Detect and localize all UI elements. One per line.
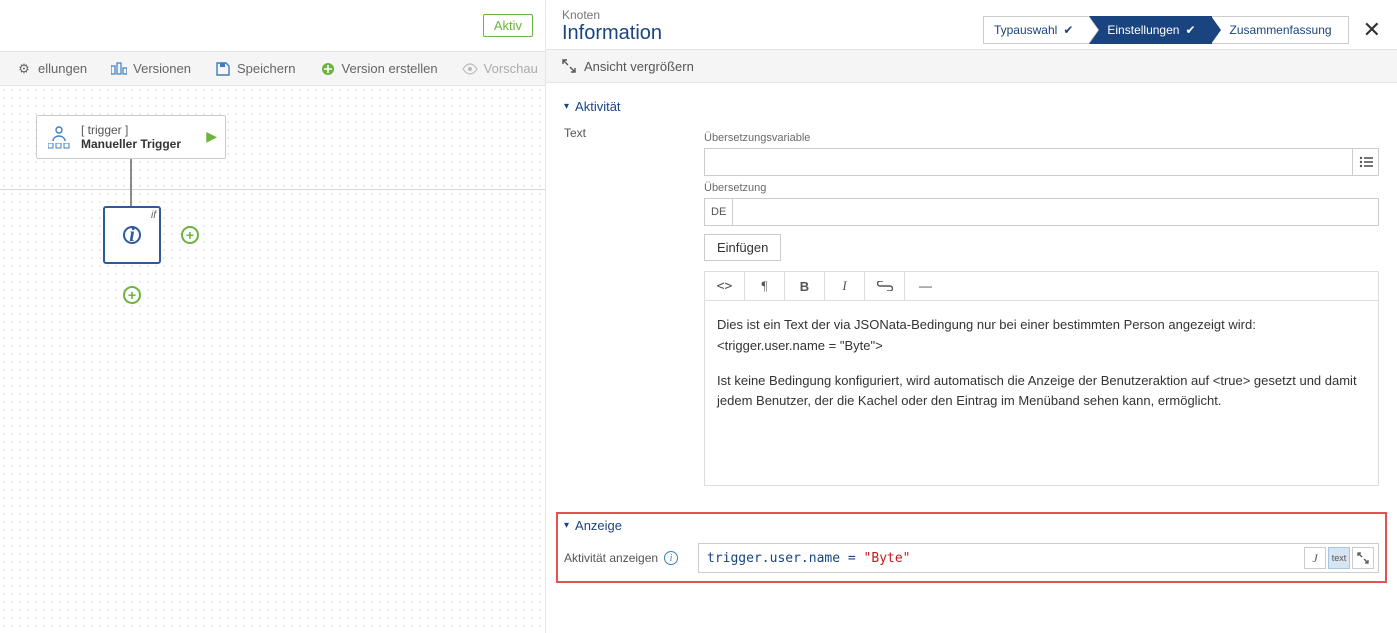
chevron-down-icon: ▾ bbox=[564, 101, 569, 112]
wizard-step-label: Einstellungen bbox=[1107, 23, 1179, 37]
versions-icon bbox=[111, 61, 127, 77]
trigger-tag: [ trigger ] bbox=[81, 123, 181, 137]
settings-icon: ⚙ bbox=[16, 61, 32, 77]
jsonata-condition-input[interactable]: trigger.user.name = "Byte" J text bbox=[698, 543, 1379, 573]
insert-button[interactable]: Einfügen bbox=[704, 234, 781, 261]
trigger-node[interactable]: [ trigger ] Manueller Trigger ▶ bbox=[36, 115, 226, 159]
tb-versions[interactable]: Versionen bbox=[99, 61, 203, 77]
information-node[interactable]: if i bbox=[103, 206, 161, 264]
expand-label: Ansicht vergrößern bbox=[584, 59, 694, 74]
expand-icon bbox=[562, 59, 576, 73]
workflow-canvas-panel: Aktiv ⚙ ellungen Versionen Speichern bbox=[0, 0, 545, 633]
check-icon: ✔ bbox=[1185, 23, 1195, 37]
workflow-canvas[interactable]: [ trigger ] Manueller Trigger ▶ if i + + bbox=[0, 86, 545, 633]
play-icon[interactable]: ▶ bbox=[206, 128, 217, 145]
tb-save-label: Speichern bbox=[237, 61, 296, 76]
richtext-toolbar: <> ¶ B I — bbox=[704, 271, 1379, 301]
add-node-right[interactable]: + bbox=[181, 226, 199, 244]
wizard-step-settings[interactable]: Einstellungen ✔ bbox=[1089, 16, 1211, 44]
trigger-title: Manueller Trigger bbox=[81, 137, 181, 151]
translation-variable-input[interactable] bbox=[704, 148, 1353, 176]
editor-line: Ist keine Bedingung konfiguriert, wird a… bbox=[717, 371, 1366, 413]
close-icon[interactable]: ✕ bbox=[1363, 17, 1381, 43]
wizard-step-label: Typauswahl bbox=[994, 23, 1057, 37]
section-display-header[interactable]: ▾ Anzeige bbox=[564, 518, 1379, 533]
tb-save[interactable]: Speichern bbox=[203, 61, 308, 77]
wizard-steps: Typauswahl ✔ Einstellungen ✔ Zusammenfas… bbox=[983, 16, 1381, 44]
node-connector bbox=[130, 159, 132, 206]
plus-circle-icon bbox=[320, 61, 336, 77]
code-mode-text-button[interactable]: text bbox=[1328, 547, 1350, 569]
rt-pilcrow-button[interactable]: ¶ bbox=[745, 272, 785, 300]
tb-settings-label: ellungen bbox=[38, 61, 87, 76]
chevron-down-icon: ▾ bbox=[564, 520, 569, 531]
tb-preview[interactable]: Vorschau bbox=[450, 61, 545, 77]
language-badge: DE bbox=[704, 198, 733, 226]
status-badge-active: Aktiv bbox=[483, 14, 533, 37]
info-tooltip-icon[interactable]: i bbox=[664, 551, 678, 565]
tb-preview-label: Vorschau bbox=[484, 61, 538, 76]
canvas-toolbar: ⚙ ellungen Versionen Speichern Version bbox=[0, 52, 545, 86]
canvas-divider bbox=[0, 189, 545, 190]
rt-hr-button[interactable]: — bbox=[905, 272, 945, 300]
wizard-step-label: Zusammenfassung bbox=[1230, 23, 1332, 37]
section-title-label: Anzeige bbox=[575, 518, 622, 533]
label-show-activity: Aktivität anzeigen i bbox=[564, 551, 698, 565]
tb-create-version-label: Version erstellen bbox=[342, 61, 438, 76]
editor-line: <trigger.user.name = "Byte"> bbox=[717, 336, 1366, 357]
user-trigger-icon bbox=[45, 125, 73, 149]
breadcrumb: Knoten bbox=[562, 8, 662, 22]
richtext-editor[interactable]: Dies ist ein Text der via JSONata-Beding… bbox=[704, 301, 1379, 486]
rt-bold-button[interactable]: B bbox=[785, 272, 825, 300]
eye-icon bbox=[462, 61, 478, 77]
editor-line: Dies ist ein Text der via JSONata-Beding… bbox=[717, 315, 1366, 336]
translation-input[interactable] bbox=[733, 198, 1379, 226]
wizard-step-summary[interactable]: Zusammenfassung bbox=[1212, 16, 1349, 44]
add-node-below[interactable]: + bbox=[123, 286, 141, 304]
label-translation: Übersetzung bbox=[704, 182, 1379, 194]
tb-settings[interactable]: ⚙ ellungen bbox=[4, 61, 99, 77]
panel-header: Knoten Information Typauswahl ✔ Einstell… bbox=[546, 0, 1397, 49]
rt-link-button[interactable] bbox=[865, 272, 905, 300]
save-icon bbox=[215, 61, 231, 77]
check-icon: ✔ bbox=[1063, 23, 1073, 37]
rt-italic-button[interactable]: I bbox=[825, 272, 865, 300]
list-picker-button[interactable] bbox=[1352, 148, 1379, 176]
code-mode-expr-button[interactable]: J bbox=[1304, 547, 1326, 569]
section-title-label: Aktivität bbox=[575, 99, 621, 114]
status-bar: Aktiv bbox=[0, 0, 545, 52]
properties-panel: Knoten Information Typauswahl ✔ Einstell… bbox=[545, 0, 1397, 633]
tb-create-version[interactable]: Version erstellen bbox=[308, 61, 450, 77]
if-badge: if bbox=[151, 210, 156, 221]
info-icon: i bbox=[123, 226, 141, 244]
page-title: Information bbox=[562, 22, 662, 45]
expand-view-bar[interactable]: Ansicht vergrößern bbox=[546, 49, 1397, 83]
side-label-text: Text bbox=[564, 126, 704, 486]
section-display-highlight: ▾ Anzeige Aktivität anzeigen i trigger.u… bbox=[556, 512, 1387, 583]
rt-code-button[interactable]: <> bbox=[705, 272, 745, 300]
tb-versions-label: Versionen bbox=[133, 61, 191, 76]
wizard-step-type[interactable]: Typauswahl ✔ bbox=[983, 16, 1089, 44]
code-text: trigger.user.name = "Byte" bbox=[703, 551, 1304, 566]
section-activity-header[interactable]: ▾ Aktivität bbox=[564, 99, 1379, 114]
code-expand-button[interactable] bbox=[1352, 547, 1374, 569]
label-translation-var: Übersetzungsvariable bbox=[704, 132, 1379, 144]
